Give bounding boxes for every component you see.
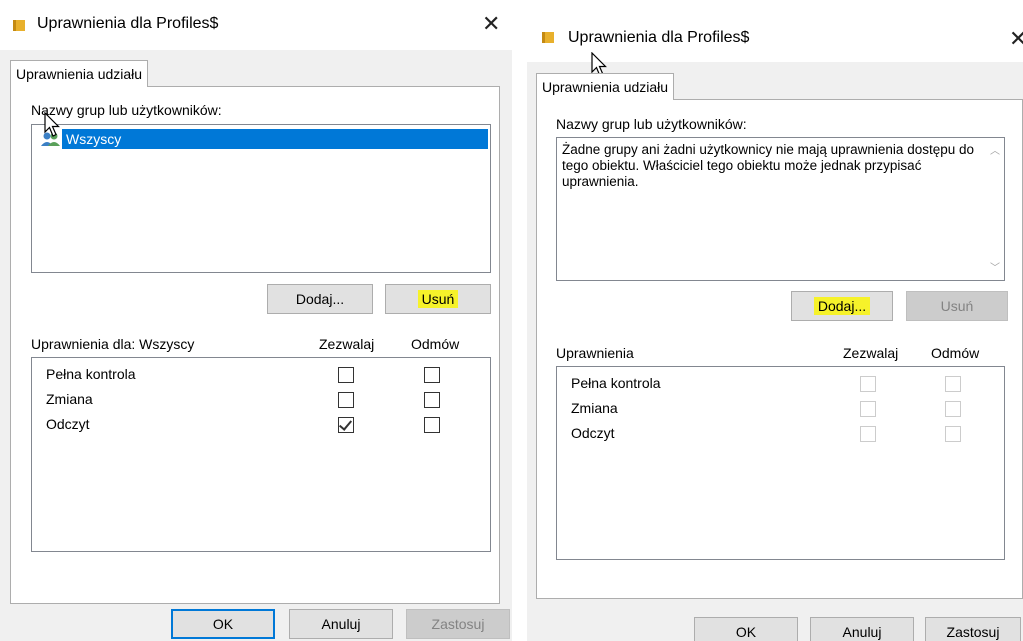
allow-checkbox[interactable]	[860, 376, 876, 392]
no-groups-message: Żadne grupy ani żadni użytkownicy nie ma…	[562, 142, 975, 189]
tab-share-permissions[interactable]: Uprawnienia udziału	[10, 60, 149, 87]
permission-name: Zmiana	[46, 391, 93, 407]
close-icon[interactable]: ✕	[482, 13, 500, 35]
permission-name: Pełna kontrola	[46, 366, 136, 382]
permission-name: Pełna kontrola	[571, 375, 661, 391]
groups-listbox[interactable]: Wszyscy	[31, 124, 491, 273]
permission-row: Odczyt	[32, 414, 490, 438]
list-item-everyone[interactable]: Wszyscy	[36, 129, 488, 149]
cancel-button-label: Anuluj	[321, 616, 361, 632]
permissions-list: Pełna kontrola Zmiana Odczyt	[31, 357, 491, 552]
apply-button[interactable]: Zastosuj	[406, 609, 510, 639]
window-title: Uprawnienia dla Profiles$	[37, 15, 219, 32]
tab-share-permissions[interactable]: Uprawnienia udziału	[536, 73, 675, 100]
apply-button[interactable]: Zastosuj	[925, 617, 1021, 641]
cancel-button[interactable]: Anuluj	[289, 609, 393, 639]
groups-label: Nazwy grup lub użytkowników:	[556, 116, 747, 132]
folder-icon	[542, 32, 554, 43]
ok-button[interactable]: OK	[171, 609, 275, 639]
tab-panel: Nazwy grup lub użytkowników: Żadne grupy…	[536, 99, 1023, 599]
apply-button-label: Zastosuj	[431, 616, 485, 632]
title-bar[interactable]: Uprawnienia dla Profiles$ ✕	[527, 0, 1023, 50]
permission-row: Zmiana	[557, 398, 1004, 422]
permission-name: Odczyt	[571, 425, 615, 441]
permissions-dialog-right: Uprawnienia dla Profiles$ ✕ Uprawnienia …	[527, 0, 1023, 641]
close-icon[interactable]: ✕	[1009, 28, 1023, 50]
allow-checkbox[interactable]	[860, 426, 876, 442]
scroll-down-icon[interactable]: ﹀	[990, 259, 1000, 274]
window-title: Uprawnienia dla Profiles$	[568, 29, 750, 46]
add-button-label: Dodaj...	[813, 297, 871, 315]
allow-checkbox[interactable]	[860, 401, 876, 417]
dialog-body: Uprawnienia udziału Nazwy grup lub użytk…	[0, 50, 512, 641]
selected-user-label: Wszyscy	[62, 129, 488, 149]
add-button[interactable]: Dodaj...	[267, 284, 373, 314]
ok-button-label: OK	[212, 616, 234, 632]
ok-button-label: OK	[735, 624, 757, 640]
allow-column-header: Zezwalaj	[843, 345, 899, 361]
cancel-button[interactable]: Anuluj	[810, 617, 914, 641]
permission-name: Odczyt	[46, 416, 90, 432]
vertical-scrollbar[interactable]: ︿ ﹀	[987, 138, 1004, 280]
remove-button-label: Usuń	[417, 290, 459, 308]
cancel-button-label: Anuluj	[842, 624, 882, 640]
remove-button-label: Usuń	[940, 298, 974, 314]
remove-button[interactable]: Usuń	[385, 284, 491, 314]
remove-button[interactable]: Usuń	[906, 291, 1008, 321]
add-button-label: Dodaj...	[295, 291, 345, 307]
scroll-up-icon[interactable]: ︿	[990, 142, 1000, 157]
deny-checkbox[interactable]	[424, 367, 440, 383]
deny-column-header: Odmów	[411, 336, 460, 352]
allow-checkbox[interactable]	[338, 417, 354, 433]
permissions-list: Pełna kontrola Zmiana Odczyt	[556, 366, 1005, 560]
deny-checkbox[interactable]	[945, 376, 961, 392]
add-button[interactable]: Dodaj...	[791, 291, 893, 321]
permission-row: Pełna kontrola	[557, 373, 1004, 397]
folder-icon	[13, 20, 25, 31]
permission-row: Odczyt	[557, 423, 1004, 447]
ok-button[interactable]: OK	[694, 617, 798, 641]
allow-column-header: Zezwalaj	[319, 336, 375, 352]
permissions-header: Uprawnienia dla: Wszyscy	[31, 336, 195, 352]
deny-checkbox[interactable]	[424, 417, 440, 433]
permission-name: Zmiana	[571, 400, 618, 416]
allow-checkbox[interactable]	[338, 392, 354, 408]
permissions-dialog-left: Uprawnienia dla Profiles$ ✕ Uprawnienia …	[0, 0, 512, 641]
dialog-body: Uprawnienia udziału Nazwy grup lub użytk…	[527, 62, 1023, 641]
tab-panel: Nazwy grup lub użytkowników: Wszyscy Dod…	[10, 86, 500, 604]
allow-checkbox[interactable]	[338, 367, 354, 383]
permission-row: Pełna kontrola	[32, 364, 490, 388]
groups-listbox[interactable]: Żadne grupy ani żadni użytkownicy nie ma…	[556, 137, 1005, 281]
deny-column-header: Odmów	[931, 345, 980, 361]
deny-checkbox[interactable]	[424, 392, 440, 408]
title-bar[interactable]: Uprawnienia dla Profiles$ ✕	[0, 0, 512, 50]
permissions-header: Uprawnienia	[556, 345, 634, 361]
apply-button-label: Zastosuj	[946, 624, 1000, 640]
permission-row: Zmiana	[32, 389, 490, 413]
deny-checkbox[interactable]	[945, 426, 961, 442]
deny-checkbox[interactable]	[945, 401, 961, 417]
